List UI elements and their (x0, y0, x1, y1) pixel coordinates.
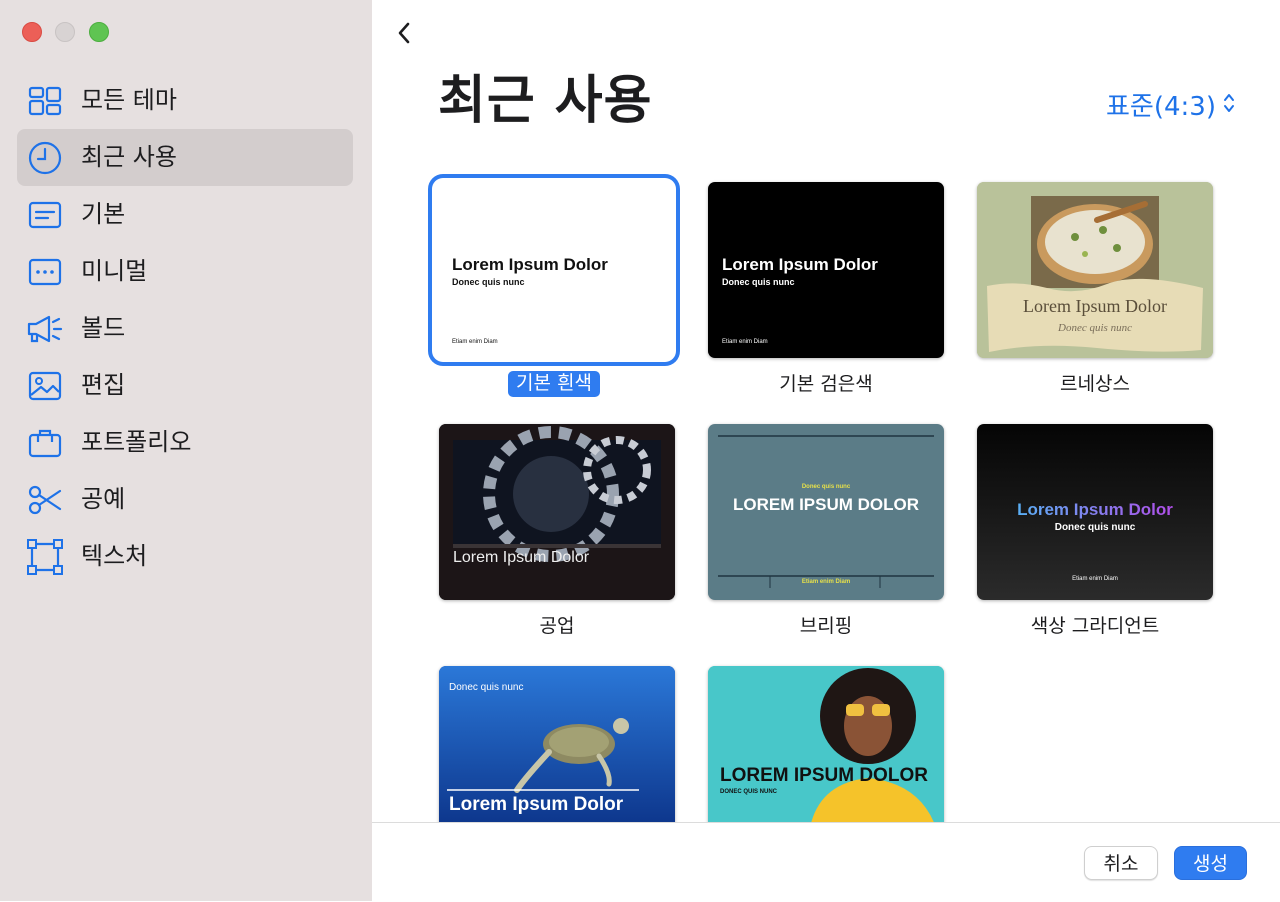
sidebar-item-all-themes[interactable]: 모든 테마 (17, 72, 353, 129)
card-footer: Etiam enim Diam (452, 339, 498, 345)
sidebar-item-label: 기본 (81, 200, 126, 228)
card-subtitle: Donec quis nunc (1058, 322, 1132, 334)
scissors-icon (28, 485, 62, 515)
card-subtitle: Donec quis nunc (449, 682, 524, 693)
card-footer: Etiam enim Diam (801, 579, 851, 585)
sidebar-item-label: 텍스처 (81, 542, 148, 570)
sidebar-item-label: 모든 테마 (81, 86, 177, 114)
card-title: LOREM IPSUM DOLOR (720, 765, 928, 786)
texture-frame-icon (27, 539, 63, 575)
sidebar-item-bold[interactable]: 볼드 (17, 300, 353, 357)
theme-card-bold-photo[interactable]: LOREM IPSUM DOLOR DONEC QUIS NUNC (708, 666, 944, 822)
sidebar-item-texture[interactable]: 텍스처 (17, 528, 353, 585)
sidebar-item-label: 공예 (81, 485, 126, 513)
window-maximize-button[interactable] (89, 22, 109, 42)
theme-card-basic-white[interactable]: Lorem Ipsum Dolor Donec quis nunc Etiam … (436, 182, 672, 358)
card-subtitle: Donec quis nunc (722, 277, 795, 287)
theme-name: 브리핑 (799, 615, 853, 637)
card-subtitle: DONEC QUIS NUNC (720, 789, 778, 795)
card-title: Lorem Ipsum Dolor (449, 794, 624, 815)
theme-card-industrial[interactable]: Lorem Ipsum Dolor (439, 424, 675, 600)
card-title: Lorem Ipsum Dolor (1023, 296, 1167, 316)
sidebar: 모든 테마 최근 사용 기본 미니멀 볼드 편집 포트폴리오 공예 텍스처 (0, 0, 372, 901)
photo-icon (28, 371, 62, 401)
card-subtitle: Donec quis nunc (801, 484, 851, 490)
card-title: Lorem Ipsum Dolor (452, 255, 608, 274)
sidebar-item-editorial[interactable]: 편집 (17, 357, 353, 414)
theme-card-turtle-photo[interactable]: Donec quis nunc Lorem Ipsum Dolor (439, 666, 675, 822)
clock-icon (28, 141, 62, 175)
minimal-dots-icon (28, 258, 62, 286)
sidebar-item-recent[interactable]: 최근 사용 (17, 129, 353, 186)
theme-card-briefing[interactable]: Donec quis nunc LOREM IPSUM DOLOR Etiam … (708, 424, 944, 600)
theme-chooser: 최근 사용 표준(4:3) Lorem Ipsum Dolor Donec qu… (372, 0, 1280, 902)
theme-card-basic-black[interactable]: Lorem Ipsum Dolor Donec quis nunc Etiam … (708, 182, 944, 358)
create-button[interactable]: 생성 (1174, 846, 1247, 880)
chevron-left-icon[interactable] (392, 18, 416, 48)
card-footer: Etiam enim Diam (1072, 576, 1118, 582)
industrial-artwork (439, 424, 675, 600)
sidebar-item-label: 포트폴리오 (81, 428, 192, 456)
cancel-button[interactable]: 취소 (1084, 846, 1158, 880)
chevron-up-down-icon[interactable] (1222, 90, 1236, 116)
sidebar-item-craft[interactable]: 공예 (17, 471, 353, 528)
theme-name: 기본 검은색 (779, 373, 873, 395)
slide-size-popup[interactable]: 표준(4:3) (1106, 86, 1216, 123)
sidebar-item-minimal[interactable]: 미니멀 (17, 243, 353, 300)
card-title: Lorem Ipsum Dolor (722, 255, 878, 274)
theme-name: 기본 흰색 (436, 368, 672, 397)
sidebar-item-label: 편집 (81, 371, 126, 399)
card-title: Lorem Ipsum Dolor (453, 549, 590, 566)
briefcase-icon (28, 429, 62, 458)
sidebar-item-label: 볼드 (81, 314, 126, 342)
sidebar-item-basic[interactable]: 기본 (17, 186, 353, 243)
footer-bar: 취소 생성 (372, 822, 1280, 902)
sidebar-item-portfolio[interactable]: 포트폴리오 (17, 414, 353, 471)
sidebar-item-label: 미니멀 (81, 257, 148, 285)
card-subtitle: Donec quis nunc (1054, 522, 1136, 533)
themes-grid-icon (28, 86, 62, 116)
card-subtitle: Donec quis nunc (452, 277, 525, 287)
card-title: LOREM IPSUM DOLOR (732, 495, 920, 514)
window-close-button[interactable] (22, 22, 42, 42)
basic-lines-icon (28, 201, 62, 229)
window-minimize-button[interactable] (55, 22, 75, 42)
theme-grid: Lorem Ipsum Dolor Donec quis nunc Etiam … (372, 150, 1280, 822)
card-title: Lorem Ipsum Dolor (1017, 500, 1173, 519)
megaphone-icon (27, 315, 63, 343)
sidebar-item-label: 최근 사용 (81, 143, 177, 171)
portrait-artwork (708, 666, 944, 822)
page-title: 최근 사용 (438, 71, 653, 131)
theme-name: 르네상스 (1060, 373, 1130, 395)
theme-card-color-gradient[interactable]: Lorem Ipsum Dolor Donec quis nunc Etiam … (977, 424, 1213, 600)
theme-name: 색상 그라디언트 (1030, 615, 1160, 637)
theme-name: 공업 (539, 615, 575, 637)
card-footer: Etiam enim Diam (722, 339, 768, 345)
theme-card-renaissance[interactable]: Lorem Ipsum Dolor Donec quis nunc (977, 182, 1213, 358)
